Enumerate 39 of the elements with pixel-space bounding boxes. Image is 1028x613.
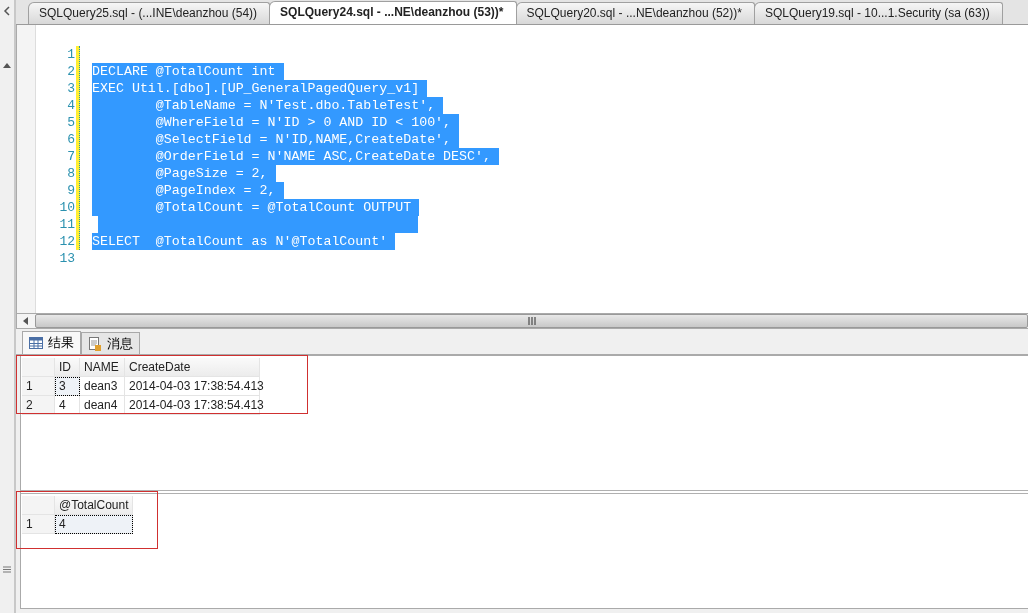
table-cell: dean4 — [80, 396, 125, 415]
scroll-grip-icon[interactable] — [3, 566, 11, 573]
grid-icon — [29, 337, 43, 349]
column-header[interactable]: @TotalCount — [55, 496, 133, 515]
line-number: 2 — [66, 63, 75, 80]
table-cell: 4 — [55, 396, 80, 415]
table-cell: 4 — [55, 515, 133, 534]
results-tab[interactable]: 消息 — [81, 332, 140, 354]
document-tab[interactable]: SQLQuery20.sql - ...NE\deanzhou (52))* — [515, 2, 755, 24]
column-header[interactable]: CreateDate — [125, 358, 260, 377]
column-header[interactable]: ID — [55, 358, 80, 377]
table-cell: 3 — [55, 377, 80, 396]
row-number[interactable]: 2 — [22, 396, 55, 415]
line-number: 12 — [58, 233, 75, 250]
document-tab[interactable]: SQLQuery19.sql - 10...1.Security (sa (63)) — [753, 2, 1003, 24]
results-tab[interactable]: 结果 — [22, 331, 81, 354]
line-number: 7 — [66, 148, 75, 165]
grip-icon — [526, 317, 537, 325]
code-editor[interactable] — [16, 25, 1028, 313]
chevron-left-icon[interactable] — [3, 6, 11, 16]
scroll-left-icon[interactable] — [23, 317, 29, 325]
line-number: 13 — [58, 250, 75, 267]
line-number: 11 — [58, 216, 75, 233]
scroll-up-icon[interactable] — [3, 62, 11, 68]
table-cell: dean3 — [80, 377, 125, 396]
row-number[interactable]: 1 — [22, 377, 55, 396]
line-number: 5 — [66, 114, 75, 131]
line-number: 10 — [58, 199, 75, 216]
line-number: 1 — [66, 46, 75, 63]
document-tab[interactable]: SQLQuery24.sql - ...NE\deanzhou (53))* — [269, 1, 517, 24]
row-number[interactable]: 1 — [22, 515, 55, 534]
line-number: 8 — [66, 165, 75, 182]
line-number: 4 — [66, 97, 75, 114]
line-number: 3 — [66, 80, 75, 97]
line-number: 9 — [66, 182, 75, 199]
document-icon — [88, 336, 102, 351]
column-header[interactable]: NAME — [80, 358, 125, 377]
document-tab[interactable]: SQLQuery25.sql - (...INE\deanzhou (54)) — [28, 2, 271, 24]
line-number: 6 — [66, 131, 75, 148]
